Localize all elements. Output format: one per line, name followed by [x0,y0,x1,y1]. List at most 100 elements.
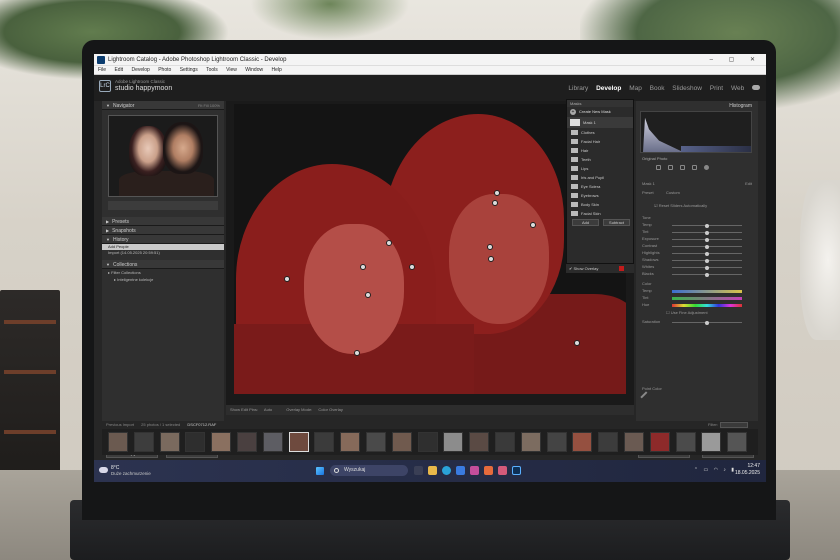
menu-edit[interactable]: Edit [114,67,123,73]
filmstrip-thumbnail[interactable] [701,432,722,452]
filmstrip-source[interactable]: Previous Import [106,422,134,427]
mask-component[interactable]: Facial Skin [567,209,633,218]
show-edit-pins-select[interactable]: Auto [264,407,272,412]
filmstrip-thumbnail[interactable] [727,432,748,452]
file-explorer-icon[interactable] [428,466,437,475]
mask-component[interactable]: Iris and Pupil [567,173,633,182]
module-develop[interactable]: Develop [596,85,621,92]
app-icon[interactable] [498,466,507,475]
system-tray[interactable]: ⌃ ▭ ◠ ♪ ▮ [694,467,736,473]
edit-pin[interactable] [409,264,415,270]
navigator-preview[interactable] [108,115,218,197]
point-color-section[interactable]: Point Color [642,386,662,391]
filmstrip-thumbnail[interactable] [675,432,696,452]
eyedropper-icon[interactable] [640,391,652,403]
edit-pin[interactable] [360,264,366,270]
redeye-icon[interactable] [680,165,685,170]
navigator-slider[interactable] [108,201,218,210]
filmstrip-thumbnail[interactable] [237,432,257,452]
slider-shadows[interactable] [672,258,742,263]
module-map[interactable]: Map [629,85,642,92]
weather-condition[interactable]: Duże zachmurzenie [111,471,151,476]
masking-icon[interactable] [704,165,709,170]
create-mask-button[interactable]: + Create New Mask [567,107,633,117]
navigator-zoom-options[interactable]: Fit Fill 100% [198,101,220,110]
tone-section[interactable]: Tone [642,215,651,220]
edit-pin[interactable] [487,244,493,250]
slider-tint[interactable] [672,230,742,235]
menu-develop[interactable]: Develop [131,67,149,73]
slider-temp[interactable] [672,223,742,228]
filmstrip-thumbnail[interactable] [391,432,412,452]
filmstrip-thumbnail[interactable] [211,432,232,452]
slider-color-temp[interactable] [672,290,742,293]
taskbar-search[interactable]: Wyszukaj [330,465,408,476]
filmstrip-thumbnail[interactable] [417,432,438,452]
mask-item[interactable]: Mask 1 [567,117,633,128]
module-book[interactable]: Book [650,85,665,92]
collection-item[interactable]: ▸ Inteligentne kolekcje [102,276,224,283]
task-view-icon[interactable] [414,466,423,475]
original-photo-checkbox[interactable]: Original Photo [642,156,667,161]
edit-pin[interactable] [354,350,360,356]
slider-color-hue[interactable] [672,304,742,307]
slider-blacks[interactable] [672,272,742,277]
filmstrip-thumbnail[interactable] [598,432,619,452]
filmstrip-thumbnail[interactable] [262,432,283,452]
overlay-color-swatch[interactable] [619,266,624,271]
overlay-mode-select[interactable]: Color Overlay [318,407,342,412]
menu-file[interactable]: File [98,67,106,73]
app-icon[interactable] [470,466,479,475]
filmstrip-thumbnail[interactable] [108,432,128,452]
edit-pin[interactable] [574,340,580,346]
add-mask-button[interactable]: Add [572,219,599,226]
filmstrip-thumbnail[interactable] [624,432,644,452]
filmstrip-thumbnail[interactable] [469,432,490,452]
presets-header[interactable]: ▶ Presets [102,217,224,226]
subtract-mask-button[interactable]: Subtract [603,219,630,226]
mask-component[interactable]: Body Skin [567,200,633,209]
cloud-weather-icon[interactable] [99,467,108,473]
show-overlay-toggle[interactable]: ✔ Show Overlay [566,264,634,273]
filmstrip-thumbnail[interactable] [133,432,154,452]
snapshots-header[interactable]: ▶ Snapshots [102,226,224,235]
mask-component[interactable]: Facial Hair [567,137,633,146]
mask-component[interactable]: Hair [567,146,633,155]
edit-label[interactable]: Edit [745,181,752,186]
menu-tools[interactable]: Tools [206,67,218,73]
filmstrip-thumbnail[interactable] [495,432,515,452]
module-print[interactable]: Print [710,85,723,92]
edit-pin[interactable] [284,276,290,282]
brush-icon[interactable] [692,165,697,170]
collections-header[interactable]: ▼ Collections [102,260,224,269]
slider-exposure[interactable] [672,237,742,242]
filmstrip-thumbnail[interactable] [520,432,541,452]
filmstrip-thumbnail[interactable] [649,432,670,452]
lightroom-taskbar-icon[interactable] [512,466,521,475]
slider-saturation[interactable] [672,320,742,325]
navigator-header[interactable]: ▼ Navigator Fit Fill 100% [102,101,224,110]
collection-item[interactable]: ▸ Filter Collections [102,269,224,276]
slider-color-tint[interactable] [672,297,742,300]
window-controls[interactable]: – ▢ ✕ [710,54,762,66]
mask-component[interactable]: Eye Sclera [567,182,633,191]
slider-highlights[interactable] [672,251,742,256]
app-icon[interactable] [484,466,493,475]
mask-component[interactable]: Clothes [567,128,633,137]
crop-icon[interactable] [656,165,661,170]
history-header[interactable]: ▼ History [102,235,224,244]
edit-pin[interactable] [492,200,498,206]
system-clock[interactable]: 12:47 18.05.2025 [735,463,760,477]
fine-adjust-checkbox[interactable]: ☐ Use Fine Adjustment [666,310,708,315]
module-slideshow[interactable]: Slideshow [672,85,702,92]
filmstrip-thumbnail[interactable] [314,432,335,452]
module-web[interactable]: Web [731,85,744,92]
reset-sliders-checkbox[interactable]: ☑ Reset Sliders Automatically [654,203,707,208]
filmstrip-thumbnail[interactable] [185,432,206,452]
menu-view[interactable]: View [226,67,237,73]
edit-pin[interactable] [530,222,536,228]
filmstrip-thumbnail[interactable] [159,432,180,452]
edit-pin[interactable] [386,240,392,246]
filmstrip-thumbnail[interactable] [546,432,567,452]
filmstrip-thumbnail[interactable] [443,432,464,452]
